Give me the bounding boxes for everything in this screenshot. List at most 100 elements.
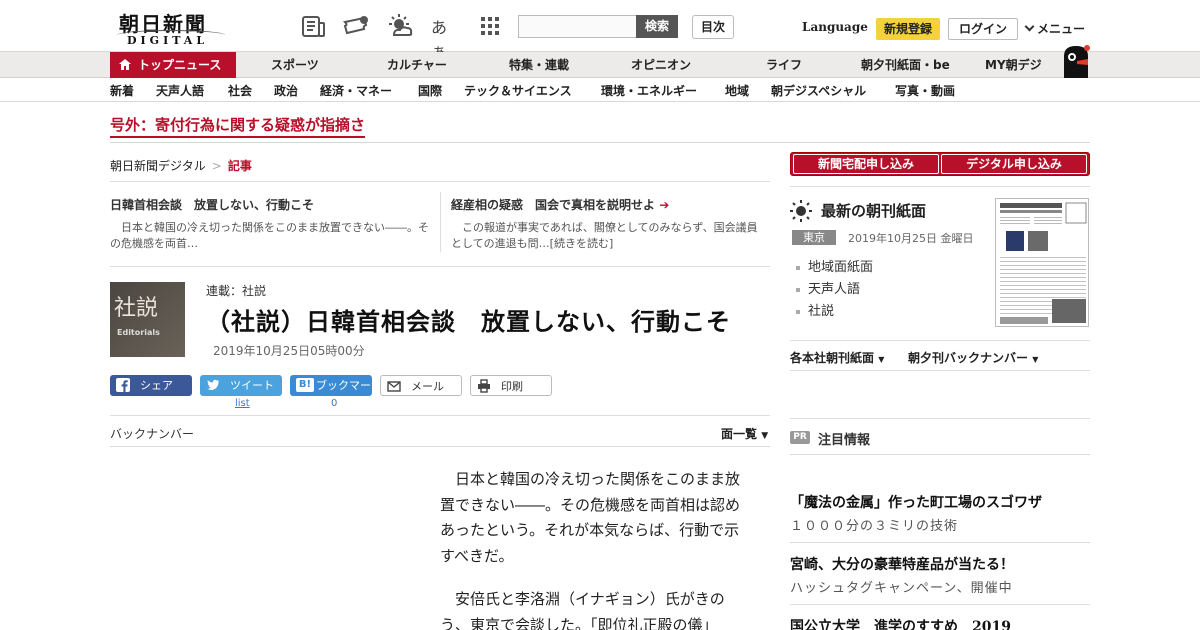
caret-down-icon: ▼ [878, 355, 885, 364]
back-issues-dropdown[interactable]: 朝夕刊バックナンバー ▼ [908, 349, 1038, 366]
nav2-item[interactable]: 写真・動画 [895, 82, 955, 99]
subscribe-bar: 新聞宅配申し込み デジタル申し込み [790, 152, 1090, 176]
divider [790, 418, 1090, 419]
nav2-item[interactable]: 経済・マネー [320, 82, 392, 99]
paper-link-label: 社説 [808, 304, 835, 319]
pr-item-title[interactable]: 宮崎、大分の豪華特産品が当たる！ [790, 554, 1014, 574]
pr-item-title[interactable]: 国公立大学 進学のすすめ 2019 [790, 616, 1011, 630]
series-label[interactable]: 連載：社説 [206, 282, 266, 299]
divider [110, 142, 1090, 143]
hatena-bookmark-button[interactable]: B! ブックマーク [290, 375, 372, 413]
nav-features[interactable]: 特集・連載 [509, 52, 569, 78]
hatena-icon: B! [296, 378, 314, 392]
nav-sports[interactable]: スポーツ [271, 52, 319, 78]
nav2-item[interactable]: 国際 [418, 82, 442, 99]
newspaper-thumbnail-art [1000, 202, 1087, 324]
facebook-share-button[interactable]: シェア [110, 375, 192, 396]
related-title-text: 経産相の疑惑 国会で真相を説明せよ [451, 198, 656, 212]
nav2-item[interactable]: 環境・エネルギー [601, 82, 697, 99]
nav2-item[interactable]: 天声人語 [156, 82, 204, 99]
related-title: 日韓首相会談 放置しない、行動こそ [110, 198, 315, 212]
nav-my-asadigi[interactable]: MY朝デジ [985, 52, 1042, 78]
register-button[interactable]: 新規登録 [876, 18, 940, 40]
ticket-icon[interactable] [342, 13, 370, 39]
logo-digital: DIGITAL [127, 34, 209, 47]
subscribe-paper-button[interactable]: 新聞宅配申し込み [793, 154, 939, 174]
language-link[interactable]: Language [802, 20, 868, 34]
facebook-icon [116, 378, 130, 392]
related-article[interactable]: 経産相の疑惑 国会で真相を説明せよ ➔ この報道が事実であれば、閣僚としてのみな… [451, 196, 767, 252]
mascot-icon[interactable] [1060, 42, 1092, 78]
divider [440, 192, 441, 252]
paper-link-label: 地域面紙面 [808, 260, 874, 275]
paper-date: 2019年10月25日 金曜日 [848, 232, 974, 245]
print-label: 印刷 [501, 380, 523, 393]
font-size-icon[interactable]: あぁ [431, 14, 459, 61]
paper-link-label: 天声人語 [808, 282, 861, 297]
newspaper-icon[interactable] [300, 13, 328, 39]
divider [110, 415, 770, 416]
related-summary: この報道が事実であれば、閣僚としてのみならず、国会議員としての進退も問…[続きを… [451, 221, 758, 250]
paper-link[interactable]: 社説 [796, 300, 834, 319]
thumbnail-title: 社説 [114, 296, 159, 321]
back-numbers-link[interactable]: バックナンバー [110, 425, 194, 442]
related-summary: 日本と韓国の冷え切った関係をこのまま放置できない――。その危機感を両首… [110, 221, 429, 250]
twitter-count[interactable]: list [235, 398, 250, 409]
regional-papers-dropdown[interactable]: 各本社朝刊紙面 ▼ [790, 349, 884, 366]
nav2-item[interactable]: 新着 [110, 82, 134, 99]
bullet [796, 287, 800, 292]
search-input[interactable] [518, 15, 638, 38]
divider [790, 186, 1090, 187]
search-button[interactable]: 検索 [636, 15, 678, 38]
menu-label: メニュー [1037, 22, 1086, 36]
nav2-item[interactable]: 地域 [725, 82, 749, 99]
mail-button[interactable]: メール [380, 375, 462, 396]
caret-down-icon: ▼ [1032, 355, 1039, 364]
nav-life[interactable]: ライフ [766, 52, 802, 78]
site-logo[interactable]: 朝日新聞 DIGITAL [117, 8, 227, 47]
nav-opinion[interactable]: オピニオン [631, 52, 691, 78]
region-badge: 東京 [792, 230, 836, 245]
nav2-item[interactable]: テック＆サイエンス [464, 82, 572, 99]
breadcrumb-home[interactable]: 朝日新聞デジタル [110, 159, 206, 173]
latest-paper-title: 最新の朝刊紙面 [821, 202, 927, 220]
paper-link[interactable]: 天声人語 [796, 278, 860, 297]
nav2-item[interactable]: 朝デジスペシャル [771, 82, 866, 99]
hatena-count[interactable]: 0 [331, 398, 337, 409]
breadcrumb-separator: > [211, 159, 222, 173]
menu-button[interactable]: メニュー [1024, 20, 1086, 37]
article-paragraph: 日本と韓国の冷え切った関係をこのまま放置できない――。その危機感を両首相は認めあ… [440, 470, 741, 565]
print-button[interactable]: 印刷 [470, 375, 552, 396]
nav2-item[interactable]: 政治 [274, 82, 298, 99]
nav2-item[interactable]: 社会 [228, 82, 252, 99]
subscribe-digital-button[interactable]: デジタル申し込み [941, 154, 1087, 174]
breaking-news-link[interactable]: 号外：寄付行為に関する疑惑が指摘さ [110, 114, 366, 138]
facebook-share-label: シェア [140, 379, 173, 392]
nav-top-news[interactable]: トップニュース [110, 52, 236, 78]
pr-item-subtitle[interactable]: １０００分の３ミリの技術 [790, 515, 958, 534]
sun-icon [790, 200, 812, 222]
divider [110, 446, 770, 447]
pr-item-title[interactable]: 「魔法の金属」作った町工場のスゴワザ [790, 492, 1042, 512]
weather-icon[interactable] [386, 13, 414, 39]
twitter-icon [206, 379, 219, 391]
page-list-dropdown[interactable]: 面一覧 ▼ [721, 425, 768, 442]
mail-icon [387, 381, 401, 392]
divider [790, 370, 1090, 371]
dropdown-label: 各本社朝刊紙面 [790, 351, 875, 365]
grid-icon[interactable] [476, 13, 504, 39]
pr-section-title: 注目情報 [818, 433, 871, 448]
dropdown-label: 朝夕刊バックナンバー [908, 351, 1029, 365]
login-button[interactable]: ログイン [948, 18, 1018, 40]
front-page-thumbnail[interactable] [995, 198, 1089, 327]
related-article[interactable]: 日韓首相会談 放置しない、行動こそ 日本と韓国の冷え切った関係をこのまま放置でき… [110, 196, 430, 252]
twitter-share-button[interactable]: ツイート [200, 375, 282, 396]
site-header: 朝日新聞 DIGITAL あぁ 検索 目次 Language 新規登録 ログイン… [0, 0, 1200, 61]
pr-item-subtitle[interactable]: ハッシュタグキャンペーン、開催中 [790, 577, 1013, 596]
nav-culture[interactable]: カルチャー [387, 52, 447, 78]
toc-button[interactable]: 目次 [692, 15, 734, 39]
twitter-share-label: ツイート [230, 379, 274, 392]
paper-link[interactable]: 地域面紙面 [796, 256, 873, 275]
nav-papers[interactable]: 朝夕刊紙面・be [861, 52, 950, 78]
pr-badge: PR [790, 431, 810, 444]
